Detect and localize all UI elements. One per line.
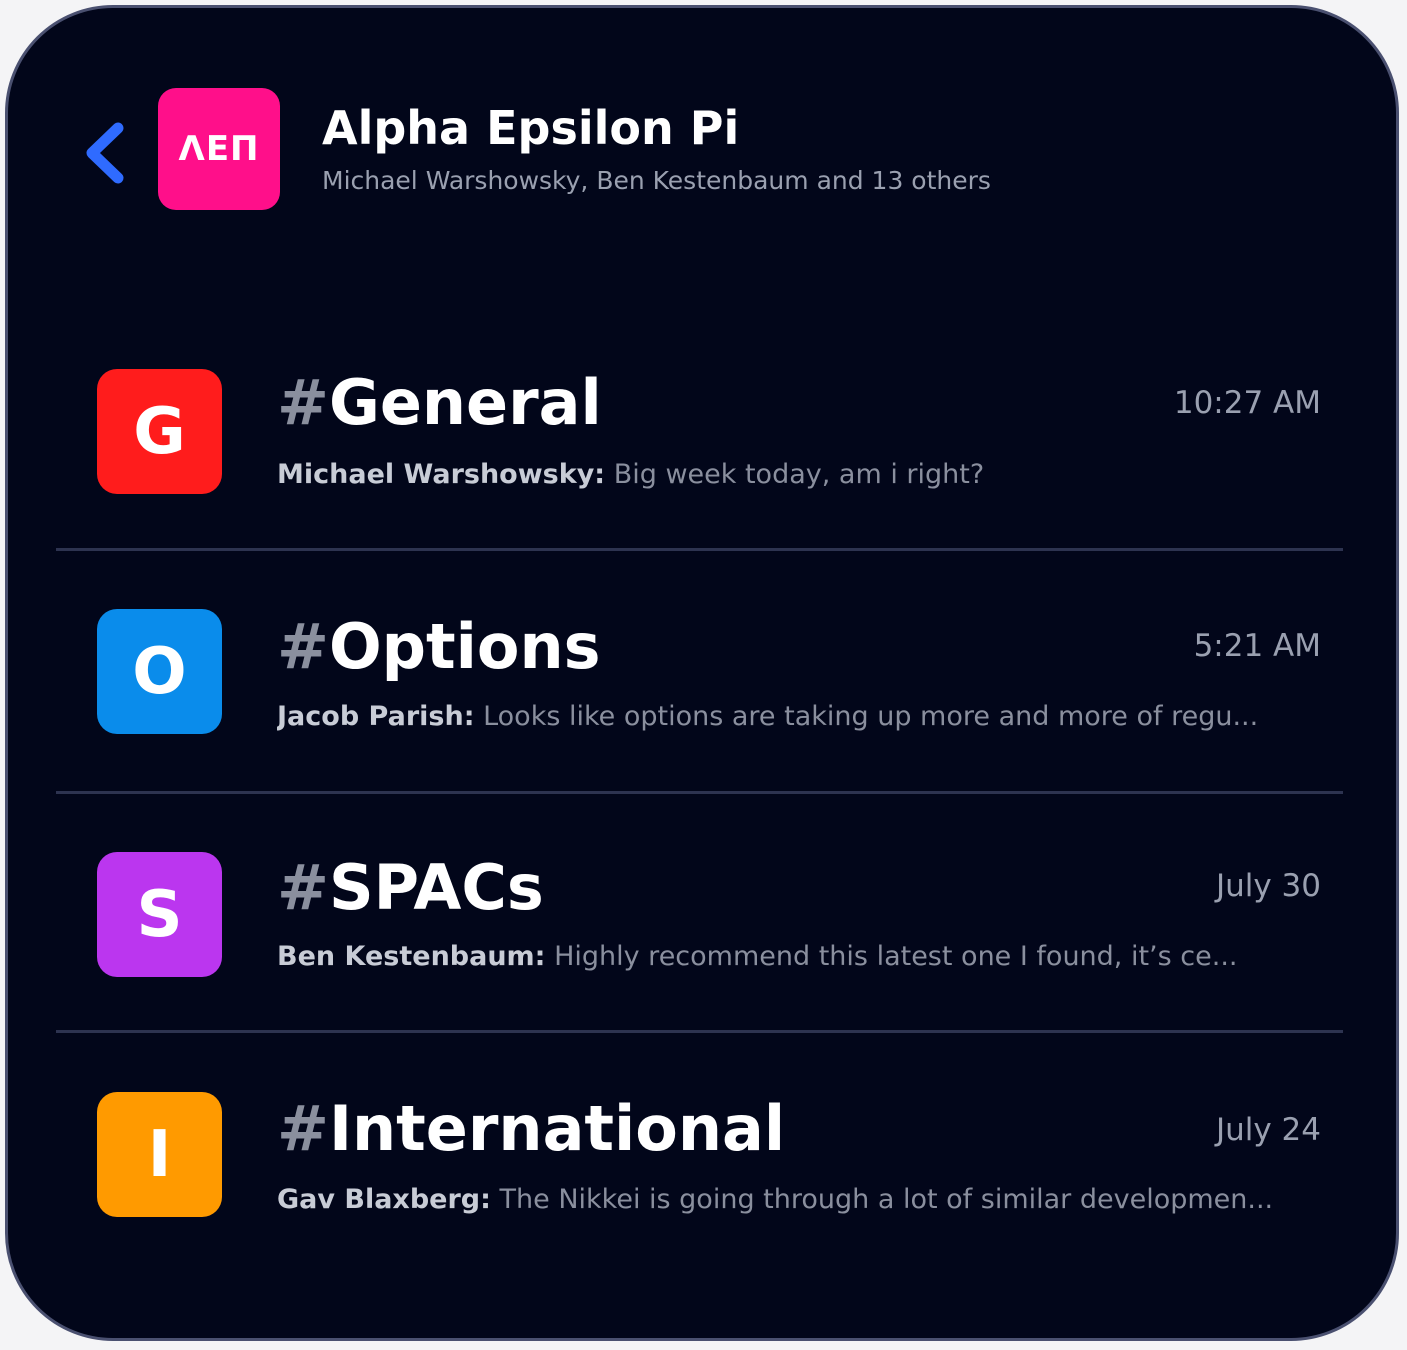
- divider: [56, 1030, 1343, 1033]
- channel-name: #General: [277, 366, 602, 439]
- message-text: Highly recommend this latest one I found…: [545, 941, 1238, 972]
- message-sender: Michael Warshowsky:: [277, 459, 606, 490]
- channel-item-international[interactable]: I #International July 24 Gav Blaxberg: T…: [56, 1068, 1343, 1268]
- divider: [56, 791, 1343, 794]
- channel-avatar: O: [97, 609, 222, 734]
- message-text: Big week today, am i right?: [605, 459, 985, 490]
- message-sender: Ben Kestenbaum:: [277, 941, 546, 972]
- chat-group-panel: ΛEΠ Alpha Epsilon Pi Michael Warshowsky,…: [5, 5, 1399, 1341]
- channel-item-options[interactable]: O #Options 5:21 AM Jacob Parish: Looks l…: [56, 586, 1343, 786]
- channel-time: July 24: [1215, 1112, 1321, 1148]
- message-sender: Gav Blaxberg:: [277, 1184, 491, 1215]
- channel-time: July 30: [1215, 868, 1321, 904]
- hash-symbol: #: [277, 851, 329, 924]
- channel-avatar: S: [97, 852, 222, 977]
- message-text: The Nikkei is going through a lot of sim…: [490, 1184, 1274, 1215]
- channel-avatar: I: [97, 1092, 222, 1217]
- chevron-left-icon: [86, 122, 124, 184]
- hash-symbol: #: [277, 610, 329, 683]
- group-logo: ΛEΠ: [158, 88, 280, 210]
- message-sender: Jacob Parish:: [277, 701, 475, 732]
- channel-item-spacs[interactable]: S #SPACs July 30 Ben Kestenbaum: Highly …: [56, 828, 1343, 1028]
- back-button[interactable]: [80, 118, 130, 188]
- channel-name: #International: [277, 1092, 786, 1165]
- channel-name: #SPACs: [277, 851, 544, 924]
- divider: [56, 548, 1343, 551]
- hash-symbol: #: [277, 366, 329, 439]
- group-members: Michael Warshowsky, Ben Kestenbaum and 1…: [322, 166, 991, 195]
- channel-last-message: Michael Warshowsky: Big week today, am i…: [277, 457, 1287, 493]
- channel-avatar: G: [97, 369, 222, 494]
- channel-last-message: Gav Blaxberg: The Nikkei is going throug…: [277, 1182, 1287, 1218]
- message-text: Looks like options are taking up more an…: [474, 701, 1259, 732]
- channel-item-general[interactable]: G #General 10:27 AM Michael Warshowsky: …: [56, 343, 1343, 543]
- channel-time: 5:21 AM: [1193, 628, 1321, 664]
- hash-symbol: #: [277, 1092, 329, 1165]
- group-title: Alpha Epsilon Pi: [322, 101, 740, 155]
- channel-last-message: Jacob Parish: Looks like options are tak…: [277, 699, 1287, 735]
- channel-last-message: Ben Kestenbaum: Highly recommend this la…: [277, 939, 1287, 975]
- group-logo-text: ΛEΠ: [178, 129, 260, 169]
- channel-time: 10:27 AM: [1173, 385, 1321, 421]
- channel-name: #Options: [277, 610, 601, 683]
